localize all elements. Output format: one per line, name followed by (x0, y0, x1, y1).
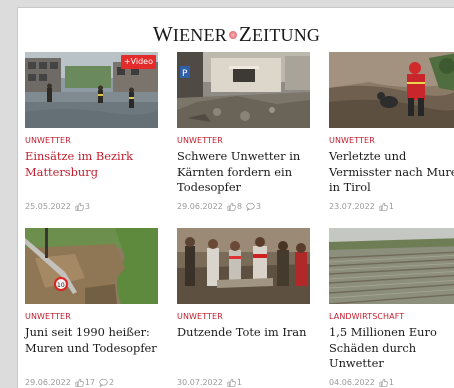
video-badge: +Video (120, 55, 156, 69)
article-title-line: 1,5 Millionen Euro (329, 325, 437, 339)
article-category[interactable]: LANDWIRTSCHAFT (329, 312, 404, 321)
article-meta: 30.07.2022 1 (177, 378, 242, 387)
article-title-line: Einsätze im Bezirk (25, 149, 134, 163)
article-date: 04.06.2022 (329, 378, 375, 387)
article-title[interactable]: Einsätze im Bezirk Mattersburg (25, 149, 165, 180)
article-title[interactable]: Schwere Unwetter in Kärnten fordern ein … (177, 149, 317, 196)
article-date: 29.06.2022 (177, 202, 223, 211)
thumbs-up-icon[interactable] (75, 378, 84, 387)
article-title[interactable]: Juni seit 1990 heißer: Muren und Todesop… (25, 325, 165, 356)
comment-count: 3 (255, 202, 261, 211)
article-title-line: Muren und Todesopfer (25, 340, 157, 355)
comment-count: 2 (109, 378, 115, 387)
article-category[interactable]: UNWETTER (329, 136, 375, 145)
like-count: 1 (236, 378, 242, 387)
article-title-line: Dutzende Tote im Iran (177, 325, 307, 339)
article-image-mudslide[interactable]: 10 (25, 228, 158, 304)
article-image-rescue-crowd[interactable] (177, 228, 310, 304)
logo-text: EITUNG (251, 25, 321, 45)
article-title-line: Unwetter (329, 356, 384, 370)
article-category[interactable]: UNWETTER (177, 136, 223, 145)
article-category[interactable]: UNWETTER (25, 312, 71, 321)
logo-dot-icon (228, 30, 237, 39)
like-count: 3 (84, 202, 90, 211)
article-title-line: Juni seit 1990 heißer: (25, 325, 150, 339)
article-meta: 29.06.2022 8 3 (177, 202, 261, 211)
article-title-line: Schwere Unwetter in (177, 149, 301, 163)
article-title[interactable]: Verletzte und Vermisster nach Muren in T… (329, 149, 454, 196)
article-meta: 25.05.2022 3 (25, 202, 90, 211)
article-image-damaged-field[interactable] (329, 228, 454, 304)
thumbs-up-icon[interactable] (75, 202, 84, 211)
article-title-line: Todesopfer (177, 180, 241, 194)
article-meta: 23.07.2022 1 (329, 202, 394, 211)
article-title-line: Verletzte und (329, 149, 407, 163)
comment-icon[interactable] (99, 378, 108, 387)
article-image-flooded-street[interactable]: +Video (25, 52, 158, 128)
thumbs-up-icon[interactable] (379, 202, 388, 211)
article-title-line: Schäden durch (329, 340, 417, 355)
svg-text:P: P (182, 69, 188, 79)
logo-text: Z (238, 22, 252, 46)
thumbs-up-icon[interactable] (379, 378, 388, 387)
article-title[interactable]: 1,5 Millionen Euro Schäden durch Unwette… (329, 325, 454, 372)
article-image-rescue-worker[interactable] (329, 52, 454, 128)
svg-text:10: 10 (57, 282, 65, 289)
site-logo[interactable]: WIENER ZEITUNG (18, 22, 454, 47)
article-title-line: Kärnten fordern ein (177, 164, 293, 179)
like-count: 17 (84, 378, 95, 387)
thumbs-up-icon[interactable] (227, 202, 236, 211)
article-title[interactable]: Dutzende Tote im Iran (177, 325, 317, 341)
article-date: 25.05.2022 (25, 202, 71, 211)
logo-text: W (152, 22, 173, 46)
article-title-line: Vermisster nach Muren (329, 164, 454, 179)
like-count: 1 (388, 202, 394, 211)
article-date: 23.07.2022 (329, 202, 375, 211)
article-category[interactable]: UNWETTER (25, 136, 71, 145)
article-meta: 04.06.2022 1 (329, 378, 394, 387)
article-date: 30.07.2022 (177, 378, 223, 387)
news-frame: WIENER ZEITUNG +Video UNWETTER Einsätze … (17, 7, 454, 388)
article-meta: 29.06.2022 17 2 (25, 378, 114, 387)
article-image-flood-damage-building[interactable]: P (177, 52, 310, 128)
like-count: 1 (388, 378, 394, 387)
like-count: 8 (236, 202, 242, 211)
article-title-line: Mattersburg (25, 164, 99, 179)
thumbs-up-icon[interactable] (227, 378, 236, 387)
article-category[interactable]: UNWETTER (177, 312, 223, 321)
article-date: 29.06.2022 (25, 378, 71, 387)
article-title-line: in Tirol (329, 180, 371, 194)
logo-text: IENER (172, 25, 227, 45)
comment-icon[interactable] (246, 202, 255, 211)
